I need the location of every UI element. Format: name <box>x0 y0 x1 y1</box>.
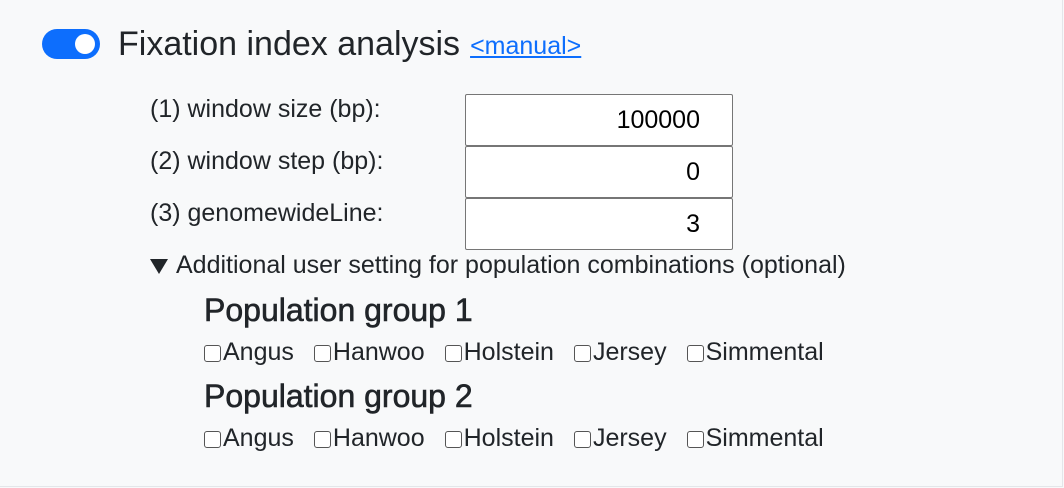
option-label: Holstein <box>463 424 554 452</box>
checkbox-icon[interactable] <box>686 431 704 448</box>
checkbox-icon[interactable] <box>313 431 331 448</box>
group1-option-simmental[interactable]: Simmental <box>686 338 824 367</box>
genomewide-line-label: (3) genomewideLine: <box>150 199 384 227</box>
manual-link[interactable]: <manual> <box>470 32 581 61</box>
group2-option-holstein[interactable]: Holstein <box>444 424 554 453</box>
checkbox-icon[interactable] <box>686 345 704 362</box>
option-label: Angus <box>223 338 294 366</box>
option-label: Hanwoo <box>332 424 425 452</box>
checkbox-icon[interactable] <box>444 431 462 448</box>
option-label: Simmental <box>705 338 824 366</box>
group2-option-angus[interactable]: Angus <box>204 424 294 453</box>
checkbox-icon[interactable] <box>573 431 591 448</box>
population-group-1-options: Angus Hanwoo Holstein Jersey Simmental <box>204 338 844 367</box>
population-group-1-title: Population group 1 <box>204 292 473 329</box>
checkbox-icon[interactable] <box>204 345 221 362</box>
checkbox-icon[interactable] <box>204 431 221 448</box>
group2-option-jersey[interactable]: Jersey <box>573 424 667 453</box>
section-title: Fixation index analysis <box>118 24 461 63</box>
window-step-label: (2) window step (bp): <box>150 147 384 175</box>
enable-toggle-switch[interactable] <box>42 29 100 59</box>
param-row-window-step: (2) window step (bp): <box>150 146 733 198</box>
option-label: Hanwoo <box>332 338 425 366</box>
param-row-window-size: (1) window size (bp): <box>150 94 733 146</box>
option-label: Holstein <box>463 338 554 366</box>
window-step-input[interactable] <box>465 146 733 198</box>
checkbox-icon[interactable] <box>444 345 462 362</box>
additional-settings-summary[interactable]: Additional user setting for population c… <box>150 251 846 280</box>
population-group-2-title: Population group 2 <box>204 378 473 415</box>
option-label: Jersey <box>592 338 667 366</box>
fixation-index-panel: Fixation index analysis <manual> (1) win… <box>0 0 1063 487</box>
group1-option-angus[interactable]: Angus <box>204 338 294 367</box>
option-label: Simmental <box>705 424 824 452</box>
checkbox-icon[interactable] <box>313 345 331 362</box>
group1-option-holstein[interactable]: Holstein <box>444 338 554 367</box>
param-row-genomewide-line: (3) genomewideLine: <box>150 198 733 250</box>
triangle-down-icon <box>150 259 168 274</box>
toggle-knob <box>75 34 95 54</box>
additional-settings-label: Additional user setting for population c… <box>176 251 846 279</box>
group2-option-hanwoo[interactable]: Hanwoo <box>313 424 425 453</box>
option-label: Angus <box>223 424 294 452</box>
group1-option-jersey[interactable]: Jersey <box>573 338 667 367</box>
genomewide-line-input[interactable] <box>465 198 733 250</box>
window-size-input[interactable] <box>465 94 733 146</box>
option-label: Jersey <box>592 424 667 452</box>
population-group-2-options: Angus Hanwoo Holstein Jersey Simmental <box>204 424 844 453</box>
section-header: Fixation index analysis <manual> <box>42 22 581 66</box>
checkbox-icon[interactable] <box>573 345 591 362</box>
group1-option-hanwoo[interactable]: Hanwoo <box>313 338 425 367</box>
group2-option-simmental[interactable]: Simmental <box>686 424 824 453</box>
window-size-label: (1) window size (bp): <box>150 95 381 123</box>
